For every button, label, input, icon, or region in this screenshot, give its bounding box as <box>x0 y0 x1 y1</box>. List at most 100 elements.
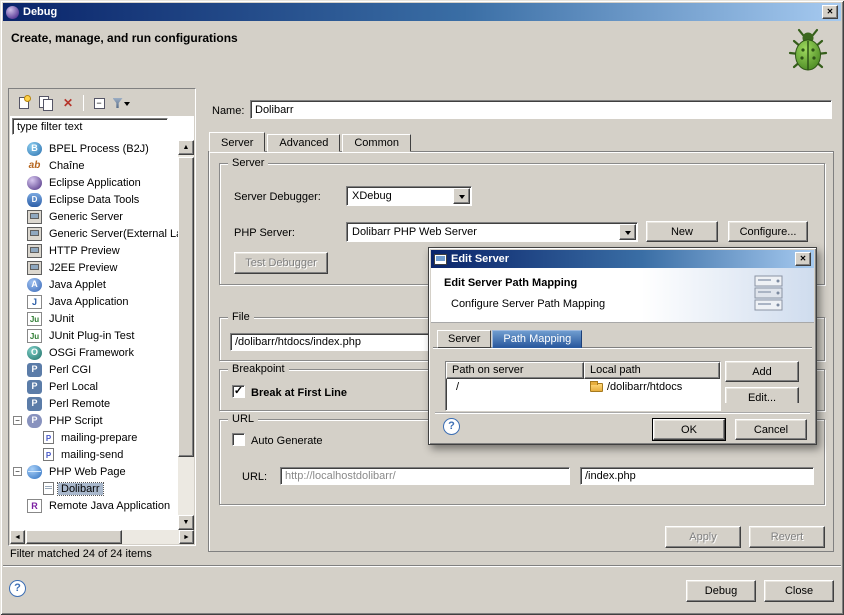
tree-item-perl-remote[interactable]: Perl Remote <box>10 395 178 412</box>
java-application-icon <box>27 295 42 309</box>
php-server-label: PHP Server: <box>234 227 295 239</box>
tree-item-mailing-send[interactable]: mailing-send <box>10 446 178 463</box>
up-arrow-icon: ▲ <box>183 144 190 151</box>
tree-item-chaine[interactable]: Chaîne <box>10 157 178 174</box>
dialog-help-button[interactable]: ? <box>443 418 460 435</box>
break-first-line-checkbox[interactable]: ✓ <box>232 385 245 398</box>
collapse-all-button[interactable]: − <box>90 95 108 112</box>
tab-advanced[interactable]: Advanced <box>267 134 340 152</box>
help-button[interactable]: ? <box>9 580 26 597</box>
name-input[interactable] <box>250 100 832 119</box>
ok-button[interactable]: OK <box>653 419 725 440</box>
local-path-cell: /dolibarr/htdocs <box>584 381 720 393</box>
tree-item-php-script[interactable]: −PHP Script <box>10 412 178 429</box>
tree-item-junit-plugin-test[interactable]: JUnit Plug-in Test <box>10 327 178 344</box>
tree-item-perl-local[interactable]: Perl Local <box>10 378 178 395</box>
table-header-row: Path on server Local path <box>446 362 720 379</box>
window-titlebar[interactable]: Debug ✕ <box>3 3 841 21</box>
cancel-button[interactable]: Cancel <box>735 419 807 440</box>
debug-button[interactable]: Debug <box>686 580 756 602</box>
path-cell: / <box>446 381 584 393</box>
tree-item-dolibarr[interactable]: Dolibarr <box>10 480 178 497</box>
horizontal-scroll-thumb[interactable] <box>26 530 122 544</box>
horizontal-scrollbar[interactable]: ◄ ► <box>10 530 194 544</box>
perl-icon <box>27 380 42 394</box>
tree-item-junit[interactable]: JUnit <box>10 310 178 327</box>
scroll-down-button[interactable]: ▼ <box>178 515 194 530</box>
dialog-header-subtitle: Configure Server Path Mapping <box>451 298 605 310</box>
tab-server[interactable]: Server <box>209 132 265 152</box>
config-tree: BPEL Process (B2J) Chaîne Eclipse Applic… <box>10 140 178 530</box>
tree-area: BPEL Process (B2J) Chaîne Eclipse Applic… <box>10 116 194 530</box>
vertical-scroll-thumb[interactable] <box>178 157 194 457</box>
down-arrow-icon: ▼ <box>183 519 190 526</box>
apply-button[interactable]: Apply <box>665 526 741 548</box>
dialog-button-separator <box>435 412 810 413</box>
tree-item-eclipse-application[interactable]: Eclipse Application <box>10 174 178 191</box>
delete-button[interactable]: ✕ <box>59 95 77 112</box>
auto-generate-checkbox[interactable] <box>232 433 245 446</box>
add-button[interactable]: Add <box>725 361 799 382</box>
vertical-scrollbar[interactable]: ▲ ▼ <box>178 140 194 530</box>
tree-item-java-applet[interactable]: Java Applet <box>10 276 178 293</box>
bug-icon <box>784 26 832 77</box>
tab-common[interactable]: Common <box>342 134 411 152</box>
osgi-icon <box>27 346 42 360</box>
tree-item-remote-java-application[interactable]: Remote Java Application <box>10 497 178 514</box>
dialog-tab-path-mapping[interactable]: Path Mapping <box>492 330 582 348</box>
breakpoint-group-title: Breakpoint <box>228 363 289 375</box>
window-close-button[interactable]: ✕ <box>822 5 838 19</box>
tree-item-http-preview[interactable]: HTTP Preview <box>10 242 178 259</box>
filter-input[interactable] <box>12 118 168 135</box>
php-server-combo[interactable]: Dolibarr PHP Web Server <box>346 222 638 242</box>
window-title: Debug <box>23 6 818 18</box>
tree-item-generic-server-external[interactable]: Generic Server(External La <box>10 225 178 242</box>
debug-window: Debug ✕ Create, manage, and run configur… <box>0 0 844 615</box>
tree-item-mailing-prepare[interactable]: mailing-prepare <box>10 429 178 446</box>
collapse-expander-icon[interactable]: − <box>13 416 22 425</box>
scroll-up-button[interactable]: ▲ <box>178 140 194 155</box>
dialog-close-button[interactable]: ✕ <box>795 252 811 266</box>
table-row[interactable]: / /dolibarr/htdocs <box>446 379 720 395</box>
php-server-value: Dolibarr PHP Web Server <box>347 226 618 238</box>
url-base-input[interactable] <box>280 467 570 485</box>
tree-item-generic-server[interactable]: Generic Server <box>10 208 178 225</box>
chevron-down-icon[interactable] <box>619 224 636 240</box>
tree-item-osgi-framework[interactable]: OSGi Framework <box>10 344 178 361</box>
tree-item-j2ee-preview[interactable]: J2EE Preview <box>10 259 178 276</box>
chevron-down-icon[interactable] <box>453 188 470 204</box>
filter-menu-button[interactable] <box>112 95 130 112</box>
tree-item-perl-cgi[interactable]: Perl CGI <box>10 361 178 378</box>
column-header-local-path[interactable]: Local path <box>584 362 720 379</box>
eclipse-application-icon <box>27 176 42 190</box>
column-header-path-on-server[interactable]: Path on server <box>446 362 584 379</box>
path-mapping-table[interactable]: Path on server Local path / /dolibarr/ht… <box>445 361 721 411</box>
file-group-title: File <box>228 311 254 323</box>
php-web-page-icon <box>27 465 42 479</box>
new-configuration-icon <box>19 97 29 109</box>
url-group-title: URL <box>228 413 258 425</box>
test-debugger-button[interactable]: Test Debugger <box>234 252 328 274</box>
dialog-tab-server[interactable]: Server <box>437 330 491 348</box>
php-script-icon <box>27 414 42 428</box>
tree-item-eclipse-data-tools[interactable]: Eclipse Data Tools <box>10 191 178 208</box>
url-path-input[interactable] <box>580 467 814 485</box>
close-button[interactable]: Close <box>764 580 834 602</box>
server-debugger-combo[interactable]: XDebug <box>346 186 472 206</box>
scroll-left-button[interactable]: ◄ <box>10 530 25 544</box>
name-label: Name: <box>212 105 244 117</box>
tree-item-java-application[interactable]: Java Application <box>10 293 178 310</box>
dialog-titlebar[interactable]: Edit Server ✕ <box>431 250 814 268</box>
scroll-right-button[interactable]: ► <box>179 530 194 544</box>
configure-server-button[interactable]: Configure... <box>728 221 808 242</box>
server-icon <box>27 227 42 241</box>
new-configuration-button[interactable] <box>15 95 33 112</box>
duplicate-button[interactable] <box>37 95 55 112</box>
collapse-expander-icon[interactable]: − <box>13 467 22 476</box>
edit-button[interactable]: Edit... <box>725 387 799 403</box>
tree-item-bpel-process[interactable]: BPEL Process (B2J) <box>10 140 178 157</box>
tree-item-php-web-page[interactable]: −PHP Web Page <box>10 463 178 480</box>
left-arrow-icon: ◄ <box>14 534 21 541</box>
revert-button[interactable]: Revert <box>749 526 825 548</box>
new-server-button[interactable]: New <box>646 221 718 242</box>
